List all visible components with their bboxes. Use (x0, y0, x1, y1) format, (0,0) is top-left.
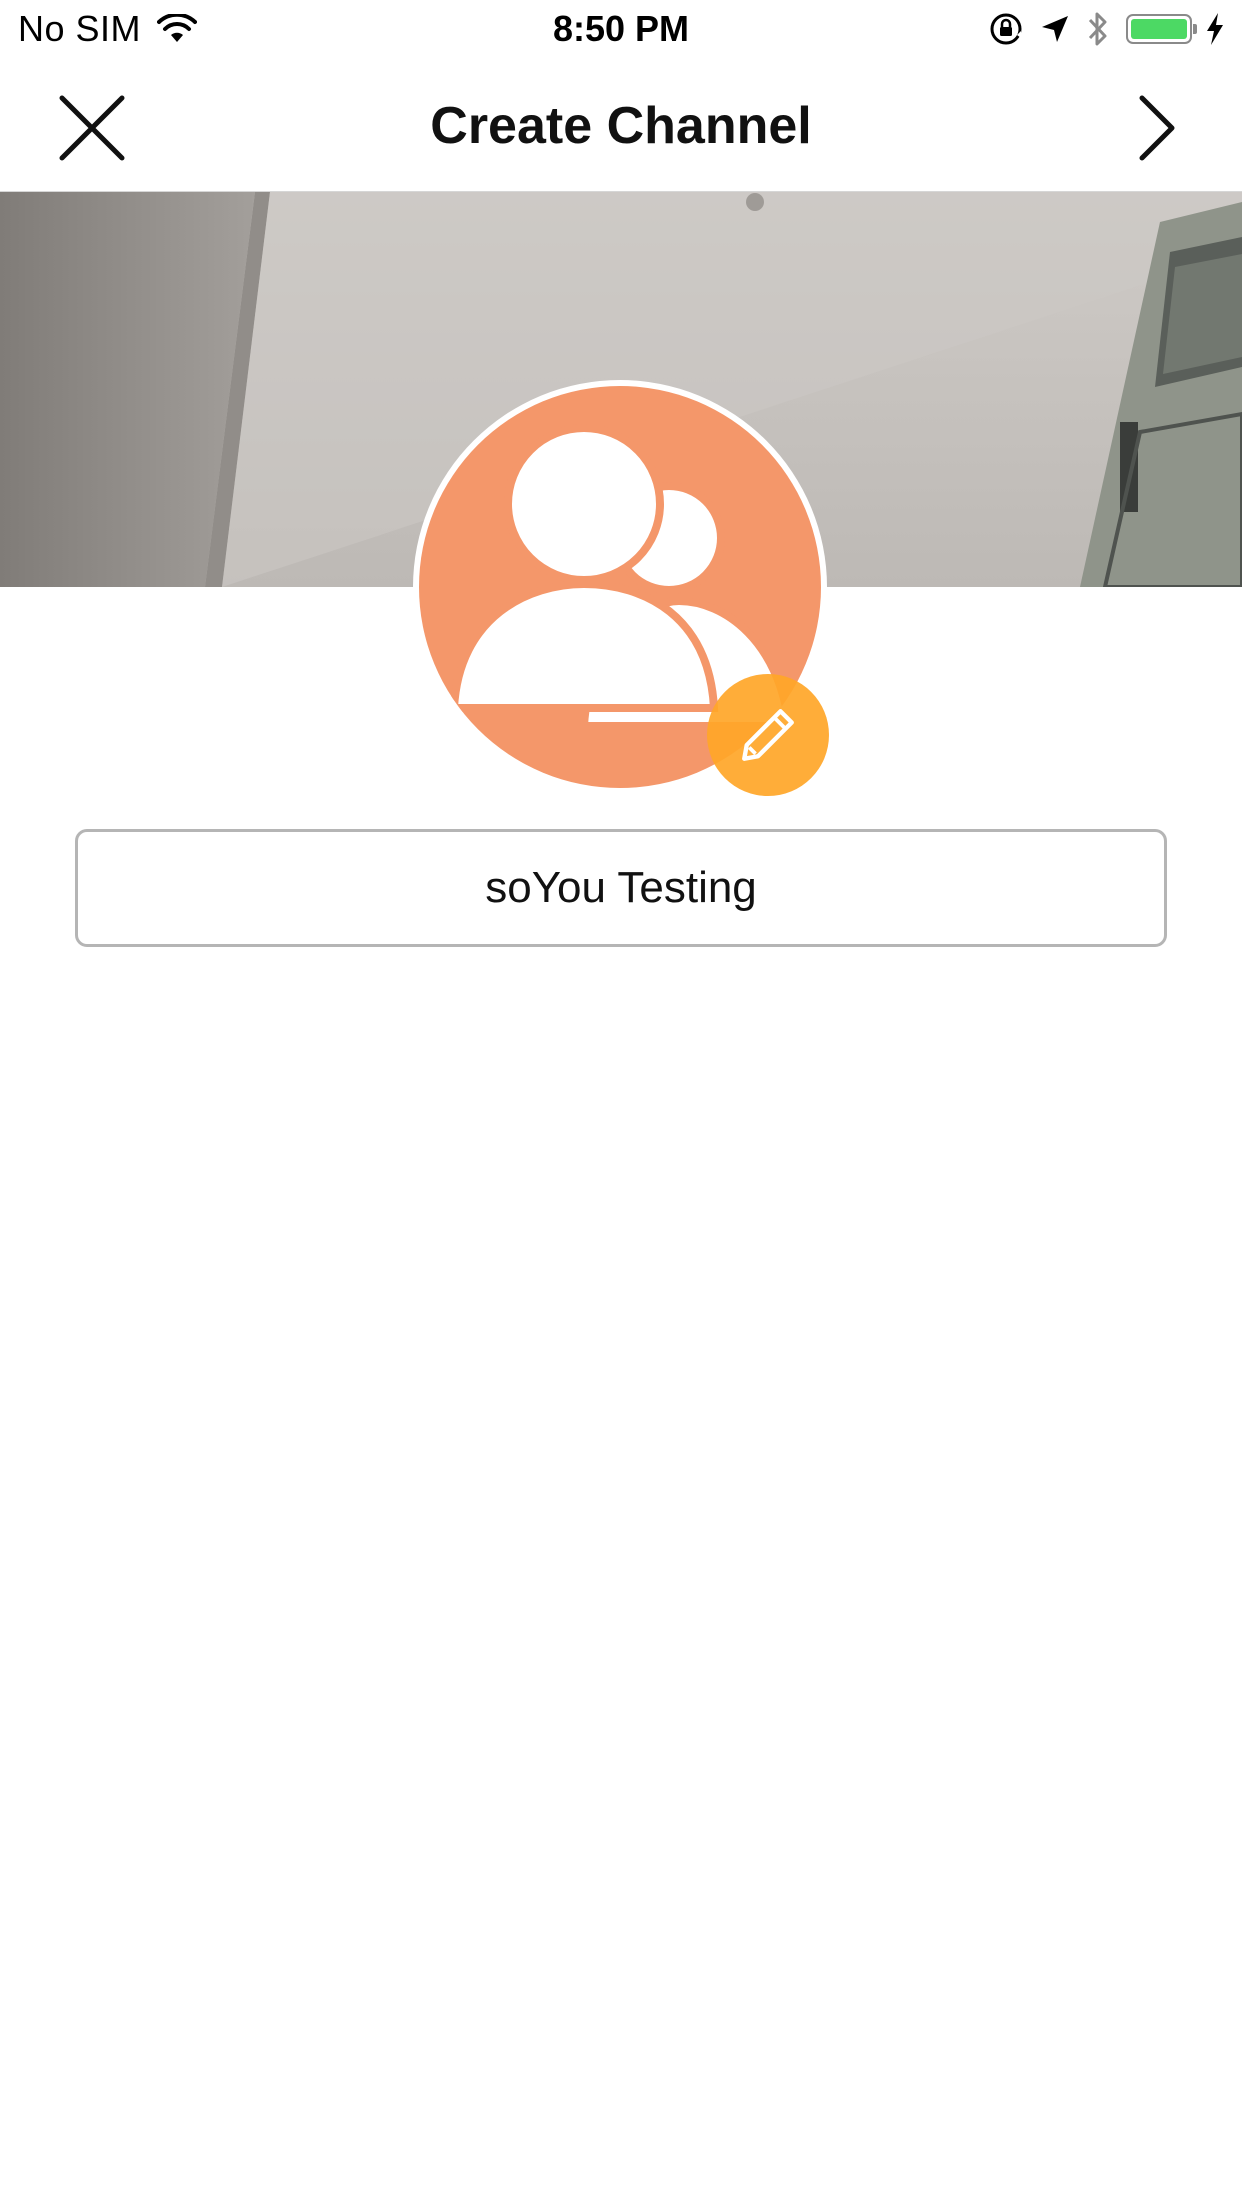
nav-bar: Create Channel (0, 60, 1242, 192)
bluetooth-icon (1086, 10, 1110, 48)
channel-name-input[interactable] (75, 829, 1167, 947)
charging-bolt-icon (1206, 13, 1224, 45)
create-channel-screen: No SIM 8:50 PM Create Channel soYou Test… (0, 0, 1242, 2208)
page-title: Create Channel (430, 97, 812, 155)
avatar-edit-button[interactable] (707, 674, 829, 796)
pencil-icon (742, 709, 794, 761)
chevron-right-icon (1139, 95, 1175, 161)
next-button[interactable] (1126, 88, 1190, 168)
status-right (972, 10, 1224, 48)
battery-level (1131, 19, 1187, 39)
rotation-lock-icon (988, 11, 1024, 47)
battery-icon (1126, 14, 1197, 44)
status-bar: No SIM 8:50 PM (0, 0, 1242, 60)
location-arrow-icon (1040, 14, 1070, 44)
